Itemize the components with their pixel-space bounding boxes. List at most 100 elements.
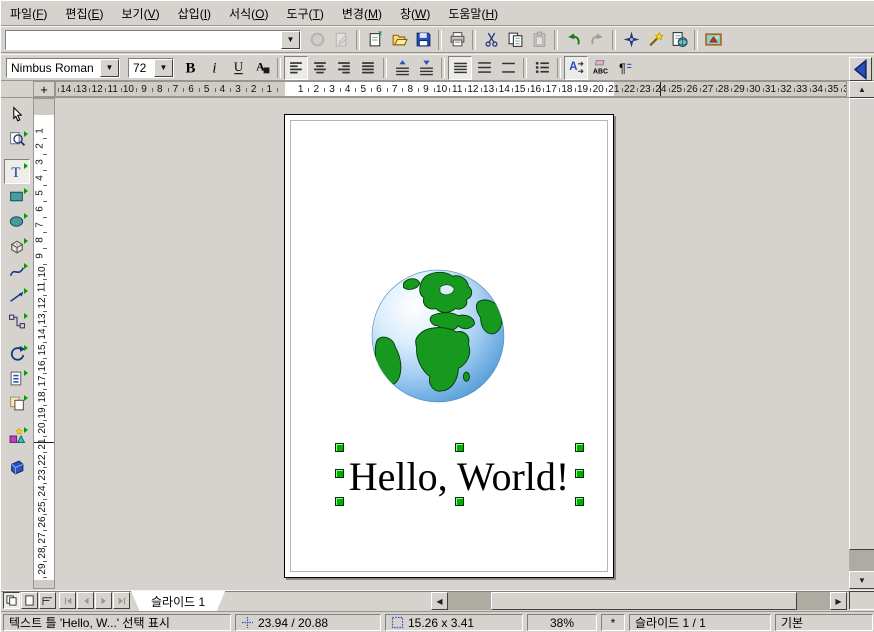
font-color-button[interactable]: A	[250, 56, 274, 80]
align-center-icon	[312, 59, 329, 76]
scroll-down-button[interactable]: ▼	[849, 571, 874, 589]
spacing-increase-button[interactable]	[390, 56, 414, 80]
underline-button[interactable]: U	[226, 56, 250, 80]
rectangle-tool-button[interactable]	[4, 184, 30, 209]
selection-handle-top-right[interactable]	[575, 443, 584, 452]
url-combo[interactable]: ▼	[5, 30, 301, 50]
zoom-tool-button[interactable]	[4, 127, 30, 152]
toolbar-scroll-left-button[interactable]	[849, 57, 872, 81]
select-tool-button[interactable]	[4, 102, 30, 127]
alignment-tool-icon	[8, 370, 26, 387]
selection-handle-bottom-left[interactable]	[335, 497, 344, 506]
menu-m[interactable]: 변경(M)	[333, 2, 391, 25]
align-right-button[interactable]	[332, 56, 356, 80]
open-button[interactable]	[387, 28, 411, 52]
menu-h[interactable]: 도움말(H)	[439, 2, 507, 25]
selection-handle-top-center[interactable]	[455, 443, 464, 452]
menu-t[interactable]: 도구(T)	[277, 2, 332, 25]
save-button[interactable]	[411, 28, 435, 52]
align-left-button[interactable]	[284, 56, 308, 80]
svg-text:¶: ¶	[618, 60, 625, 75]
vertical-scrollbar[interactable]: ▲ ▼	[849, 81, 874, 589]
menu-i[interactable]: 삽입(I)	[169, 2, 220, 25]
ellipse-tool-button[interactable]	[4, 209, 30, 234]
master-view-button[interactable]	[21, 592, 38, 609]
paragraph-dialog-button[interactable]: ¶	[612, 56, 636, 80]
alignment-tool-button[interactable]	[4, 366, 30, 391]
last-slide-button[interactable]	[113, 592, 130, 609]
menu-f[interactable]: 파일(F)	[1, 2, 56, 25]
chevron-down-icon[interactable]: ▼	[281, 31, 300, 49]
ruler-number: 16	[530, 83, 541, 96]
status-size[interactable]: 15.26 x 3.41	[385, 614, 523, 631]
bold-button[interactable]: B	[178, 56, 202, 80]
effects-tool-button[interactable]	[4, 423, 30, 448]
paragraph-dialog-icon: ¶	[616, 59, 633, 76]
rotate-tool-button[interactable]	[4, 341, 30, 366]
spacing-decrease-button[interactable]	[414, 56, 438, 80]
text-attributes-button[interactable]: A	[564, 56, 588, 80]
font-size-input[interactable]	[129, 59, 154, 77]
autopilot-button[interactable]	[643, 28, 667, 52]
font-size-combo[interactable]: ▼	[128, 58, 174, 78]
italic-button[interactable]: i	[202, 56, 226, 80]
align-justify-button[interactable]	[356, 56, 380, 80]
print-button[interactable]	[445, 28, 469, 52]
web-document-button[interactable]	[667, 28, 691, 52]
selection-handle-bottom-center[interactable]	[455, 497, 464, 506]
slide-view-button[interactable]	[3, 592, 20, 609]
scroll-up-button[interactable]: ▲	[849, 81, 874, 98]
font-name-combo[interactable]: ▼	[6, 58, 120, 78]
layer-view-button[interactable]	[39, 592, 56, 609]
controller-3d-tool-button[interactable]	[4, 455, 30, 480]
menu-e[interactable]: 편집(E)	[56, 2, 112, 25]
scroll-left-button[interactable]: ◀	[431, 592, 448, 610]
curve-tool-button[interactable]	[4, 259, 30, 284]
next-slide-button[interactable]	[95, 592, 112, 609]
status-position[interactable]: 23.94 / 20.88	[235, 614, 381, 631]
tab-slide-1[interactable]: 슬라이드 1	[131, 591, 225, 612]
arrange-tool-button[interactable]	[4, 391, 30, 416]
copy-button[interactable]	[503, 28, 527, 52]
ruler-number: 28	[37, 548, 48, 559]
status-page-style[interactable]: 기본	[775, 614, 873, 631]
slide-page[interactable]: Hello, World!	[284, 114, 614, 578]
horizontal-scrollbar-thumb[interactable]	[491, 592, 797, 610]
scroll-right-button[interactable]: ▶	[830, 592, 847, 610]
undo-button[interactable]	[561, 28, 585, 52]
line-spacing-1-button[interactable]	[448, 56, 472, 80]
menu-v[interactable]: 보기(V)	[113, 2, 169, 25]
globe-image[interactable]	[369, 267, 507, 405]
chevron-down-icon[interactable]: ▼	[100, 59, 119, 77]
lines-arrows-tool-button[interactable]	[4, 284, 30, 309]
navigator-button[interactable]	[619, 28, 643, 52]
workspace[interactable]: Hello, World!	[55, 98, 849, 589]
url-input[interactable]	[6, 31, 281, 49]
menu-o[interactable]: 서식(O)	[220, 2, 277, 25]
character-dialog-button[interactable]: ABC	[588, 56, 612, 80]
ruler-tick	[778, 88, 779, 92]
align-center-button[interactable]	[308, 56, 332, 80]
gallery-button[interactable]	[701, 28, 725, 52]
new-document-button[interactable]	[363, 28, 387, 52]
vertical-scrollbar-thumb[interactable]	[849, 98, 874, 550]
status-zoom[interactable]: 38%	[527, 614, 597, 631]
bullets-button[interactable]	[530, 56, 554, 80]
selection-handle-mid-left[interactable]	[335, 469, 344, 478]
selection-handle-mid-right[interactable]	[575, 469, 584, 478]
cut-button[interactable]	[479, 28, 503, 52]
line-spacing-15-button[interactable]	[472, 56, 496, 80]
connector-tool-button[interactable]	[4, 309, 30, 334]
objects-3d-tool-button[interactable]	[4, 234, 30, 259]
text-tool-button[interactable]: T	[4, 159, 30, 184]
font-name-input[interactable]	[7, 59, 100, 77]
chevron-down-icon[interactable]: ▼	[154, 59, 173, 77]
selection-handle-top-left[interactable]	[335, 443, 344, 452]
previous-slide-button[interactable]	[77, 592, 94, 609]
first-slide-button[interactable]	[59, 592, 76, 609]
status-slide-number[interactable]: 슬라이드 1 / 1	[629, 614, 771, 631]
selection-handle-bottom-right[interactable]	[575, 497, 584, 506]
horizontal-scrollbar[interactable]: ◀ ▶	[431, 592, 847, 610]
line-spacing-2-button[interactable]	[496, 56, 520, 80]
menu-w[interactable]: 창(W)	[391, 2, 439, 25]
